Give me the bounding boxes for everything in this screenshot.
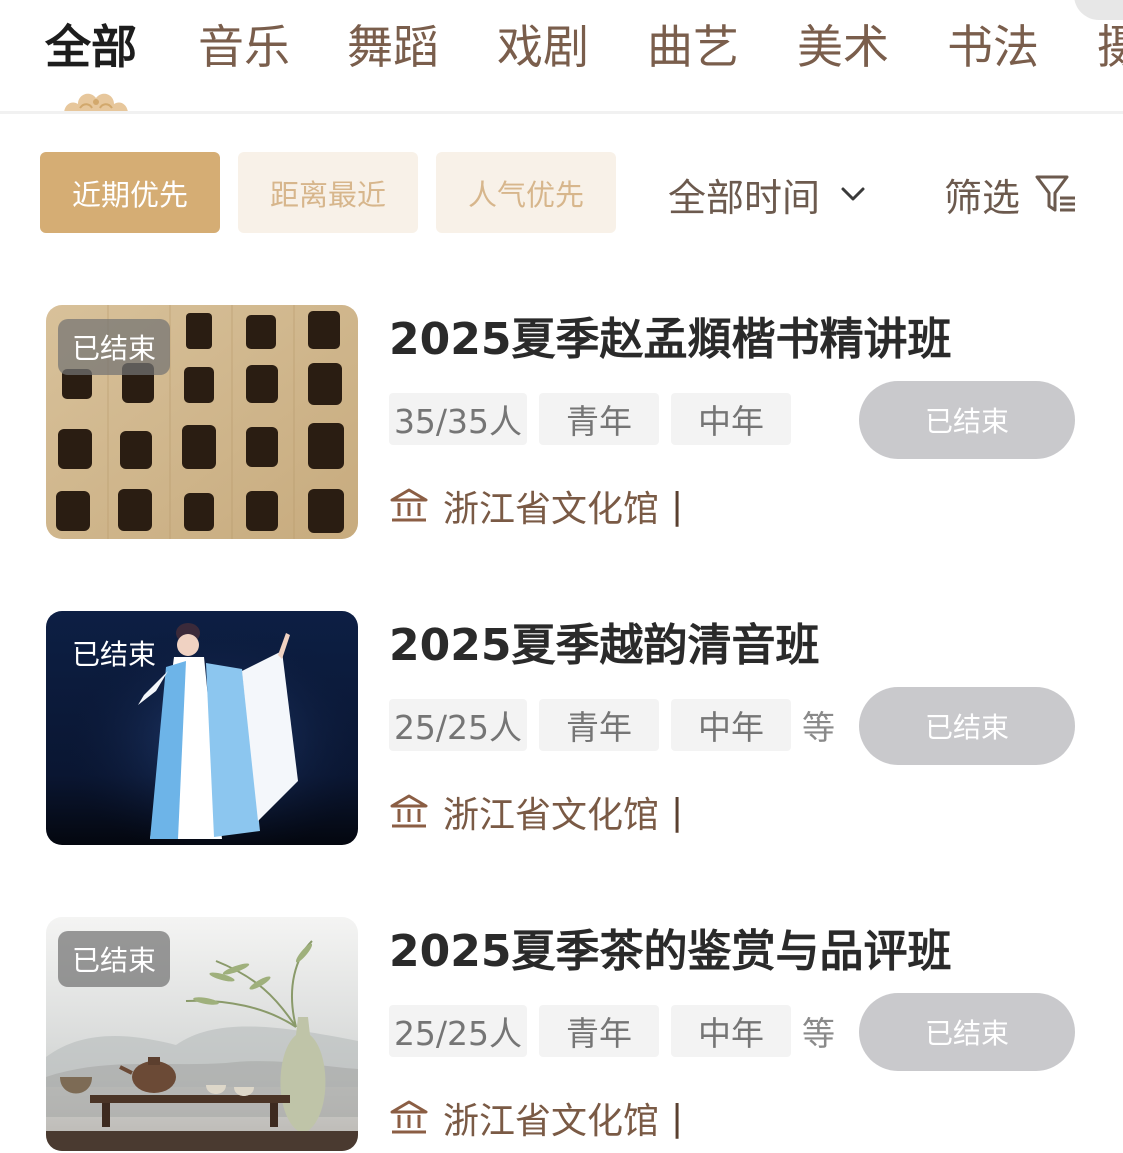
scroll-more-indicator — [1074, 0, 1123, 20]
sort-popular-button[interactable]: 人气优先 — [436, 152, 616, 233]
museum-icon — [390, 488, 428, 522]
filter-label: 筛选 — [944, 175, 1021, 220]
time-filter-label: 全部时间 — [668, 175, 821, 220]
more-tags-indicator: 等 — [802, 1014, 835, 1053]
course-card[interactable]: 已结束 2025夏季茶的鉴赏与品评班 25/25人 青年 中年 等 已结束 浙江… — [46, 917, 1086, 1153]
status-button[interactable]: 已结束 — [859, 381, 1075, 459]
tab-music[interactable]: 音乐 — [198, 16, 290, 78]
status-button[interactable]: 已结束 — [859, 687, 1075, 765]
enrollment-count: 25/25人 — [389, 699, 527, 751]
tab-all[interactable]: 全部 — [45, 16, 137, 78]
filter-icon — [1035, 175, 1076, 212]
venue-separator: | — [671, 1097, 684, 1139]
status-button[interactable]: 已结束 — [859, 993, 1075, 1071]
course-thumbnail-opera: 已结束 — [46, 611, 358, 845]
chevron-down-icon — [841, 187, 865, 201]
tab-drama[interactable]: 戏剧 — [497, 16, 589, 78]
venue-link[interactable]: 浙江省文化馆 | — [389, 784, 683, 840]
age-tag: 中年 — [671, 393, 791, 445]
venue-name: 浙江省文化馆 — [443, 489, 660, 530]
course-title[interactable]: 2025夏季越韵清音班 — [389, 619, 819, 673]
venue-name: 浙江省文化馆 — [443, 795, 660, 836]
tab-fine-art[interactable]: 美术 — [797, 16, 889, 78]
age-tag: 中年 — [671, 1005, 791, 1057]
time-filter-dropdown[interactable]: 全部时间 — [668, 166, 866, 222]
sort-nearest-button[interactable]: 距离最近 — [238, 152, 418, 233]
venue-link[interactable]: 浙江省文化馆 | — [389, 478, 683, 534]
course-title[interactable]: 2025夏季赵孟頫楷书精讲班 — [389, 313, 951, 367]
sort-recent-button[interactable]: 近期优先 — [40, 152, 220, 233]
auspicious-cloud-icon — [64, 93, 128, 111]
course-thumbnail-calligraphy: 已结束 — [46, 305, 358, 539]
course-thumbnail-tea: 已结束 — [46, 917, 358, 1151]
category-tab-bar: 全部 音乐 舞蹈 戏剧 曲艺 美术 书法 摄 — [0, 0, 1123, 114]
tab-photography[interactable]: 摄 — [1097, 16, 1123, 78]
venue-name: 浙江省文化馆 — [443, 1101, 660, 1142]
ended-badge: 已结束 — [58, 931, 171, 987]
course-card[interactable]: 已结束 2025夏季越韵清音班 25/25人 青年 中年 等 已结束 浙江省文化… — [46, 611, 1086, 847]
age-tag: 青年 — [539, 393, 659, 445]
enrollment-count: 35/35人 — [389, 393, 527, 445]
tab-calligraphy[interactable]: 书法 — [947, 16, 1039, 78]
museum-icon — [390, 1100, 428, 1134]
museum-icon — [390, 794, 428, 828]
tab-dance[interactable]: 舞蹈 — [347, 16, 439, 78]
venue-separator: | — [671, 791, 684, 833]
more-tags-indicator: 等 — [802, 708, 835, 747]
filter-button[interactable]: 筛选 — [944, 166, 1078, 222]
venue-link[interactable]: 浙江省文化馆 | — [389, 1090, 683, 1146]
age-tag: 青年 — [539, 699, 659, 751]
course-title[interactable]: 2025夏季茶的鉴赏与品评班 — [389, 925, 951, 979]
venue-separator: | — [671, 485, 684, 527]
ended-badge: 已结束 — [72, 638, 157, 671]
enrollment-count: 25/25人 — [389, 1005, 527, 1057]
course-card[interactable]: 已结束 2025夏季赵孟頫楷书精讲班 35/35人 青年 中年 已结束 浙江省文… — [46, 305, 1086, 541]
age-tag: 中年 — [671, 699, 791, 751]
tab-folk-art[interactable]: 曲艺 — [647, 16, 739, 78]
ended-badge: 已结束 — [58, 319, 171, 375]
age-tag: 青年 — [539, 1005, 659, 1057]
